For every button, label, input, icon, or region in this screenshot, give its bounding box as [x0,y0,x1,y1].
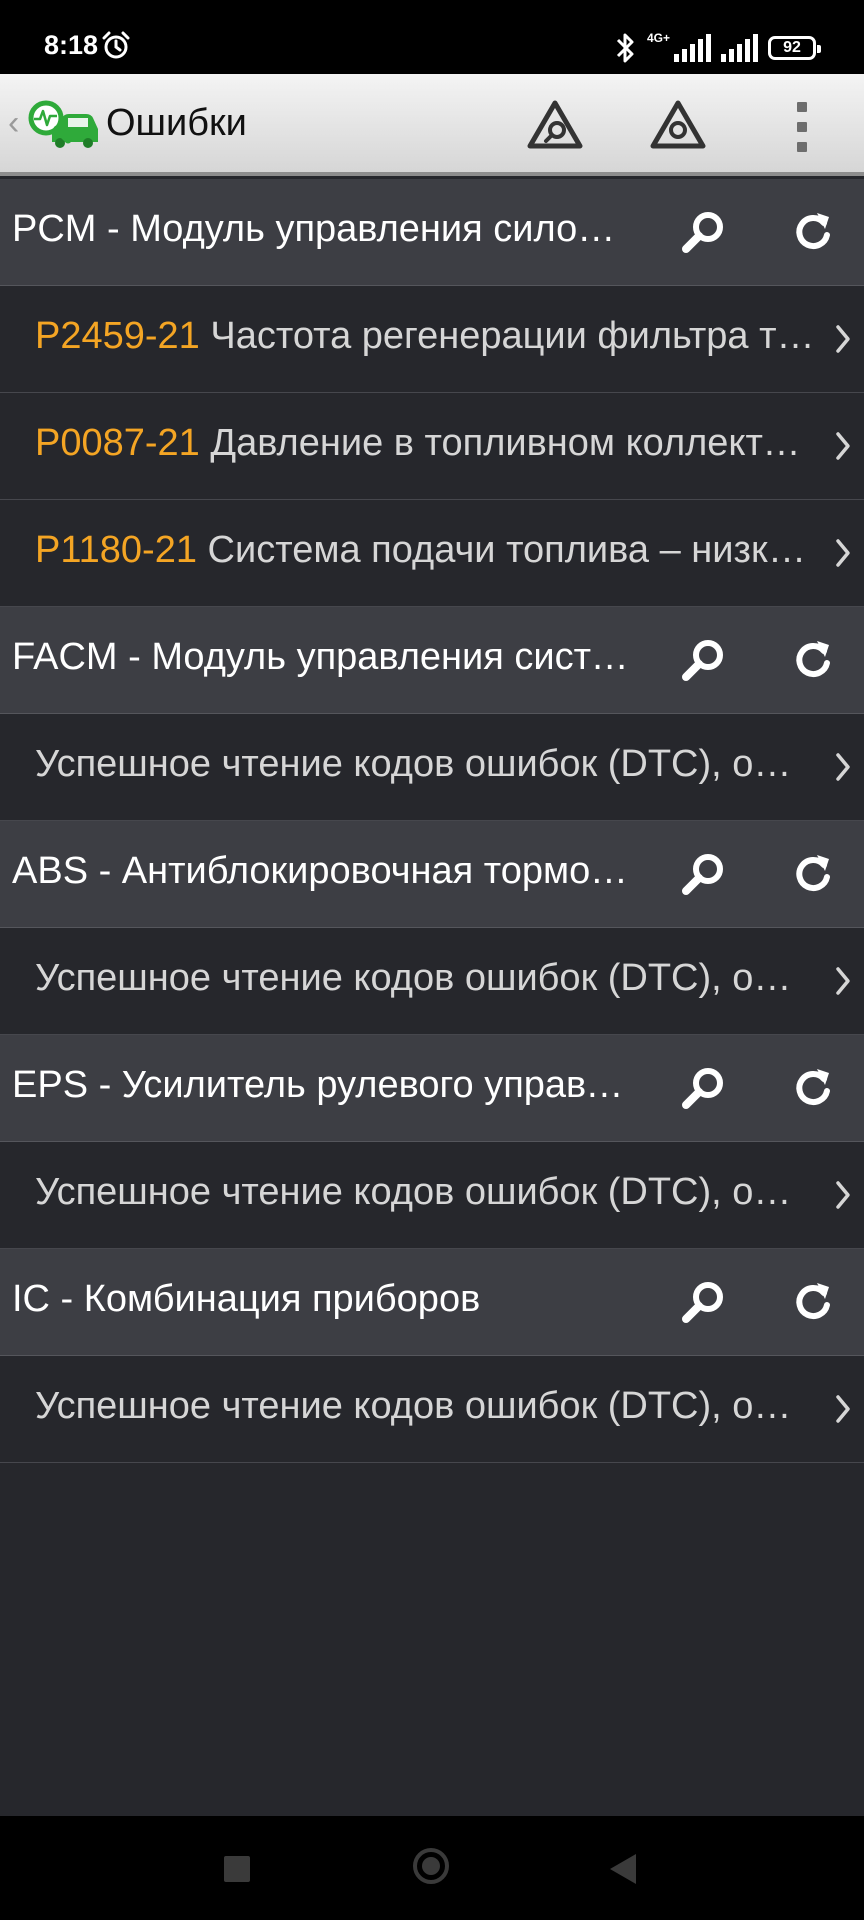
status-icons: 4G+ 92 [613,30,821,66]
chevron-right-icon [836,967,850,995]
refresh-icon [796,1283,830,1320]
module-row[interactable]: PCM - Модуль управления силовым агрегато… [0,179,864,286]
search-icon [682,212,723,253]
chevron-right-icon [836,432,850,460]
dtc-text: P0087-21 Давление в топливном коллекторе… [35,422,820,465]
search-button[interactable] [678,1063,730,1113]
dtc-description: Частота регенерации фильтра твердых част… [210,315,820,357]
module-name: FACM - Модуль управления системой [12,636,632,678]
search-icon [682,1282,723,1323]
search-button[interactable] [678,849,730,899]
refresh-button[interactable] [787,1063,839,1113]
dtc-text: Успешное чтение кодов ошибок (DTC), ошиб… [35,957,820,1000]
module-row[interactable]: EPS - Усилитель рулевого управления [0,1035,864,1142]
home-button[interactable] [413,1848,449,1884]
dtc-text: P1180-21 Система подачи топлива – низкое… [35,529,820,572]
module-name: PCM - Модуль управления силовым агрегато… [12,208,632,250]
dtc-code: P2459-21 [35,315,200,357]
search-icon [682,854,723,895]
refresh-icon [796,641,830,678]
chevron-right-icon [836,1395,850,1423]
module-name: EPS - Усилитель рулевого управления [12,1064,632,1106]
dtc-text: Успешное чтение кодов ошибок (DTC), ошиб… [35,1171,820,1214]
search-button[interactable] [678,635,730,685]
chevron-right-icon [836,325,850,353]
dtc-description: Давление в топливном коллекторе/системе … [210,422,820,464]
signal-icon [674,34,711,62]
dtc-row[interactable]: Успешное чтение кодов ошибок (DTC), ошиб… [0,1142,864,1249]
refresh-button[interactable] [787,849,839,899]
back-chevron-icon[interactable]: ‹ [8,104,19,143]
clear-warning-icon [650,100,706,149]
refresh-button[interactable] [787,1277,839,1327]
refresh-icon [796,855,830,892]
status-bar: 8:18 4G+ 92 [0,0,864,74]
search-icon [682,1068,723,1109]
refresh-button[interactable] [787,635,839,685]
navigation-bar [0,1816,864,1920]
dtc-text: P2459-21 Частота регенерации фильтра тве… [35,315,820,358]
dtc-text: Успешное чтение кодов ошибок (DTC), ошиб… [35,743,820,786]
overflow-menu-icon[interactable] [795,102,809,152]
chevron-right-icon [836,753,850,781]
dtc-description: Успешное чтение кодов ошибок (DTC), ошиб… [35,1385,820,1427]
clear-warning-button[interactable] [648,98,708,154]
refresh-icon [796,213,830,250]
bluetooth-icon [616,33,634,63]
dtc-text: Успешное чтение кодов ошибок (DTC), ошиб… [35,1385,820,1428]
battery-level: 92 [783,39,801,56]
module-row[interactable]: ABS - Антиблокировочная тормозная систем… [0,821,864,928]
chevron-right-icon [836,539,850,567]
search-button[interactable] [678,1277,730,1327]
module-name: IC - Комбинация приборов [12,1278,481,1320]
dtc-row[interactable]: P0087-21 Давление в топливном коллекторе… [0,393,864,500]
dtc-description: Успешное чтение кодов ошибок (DTC), ошиб… [35,957,820,999]
dtc-row[interactable]: P2459-21 Частота регенерации фильтра тве… [0,286,864,393]
dtc-row[interactable]: Успешное чтение кодов ошибок (DTC), ошиб… [0,1356,864,1463]
dtc-description: Система подачи топлива – низкое давление [207,529,820,571]
module-row[interactable]: FACM - Модуль управления системой [0,607,864,714]
search-icon [682,640,723,681]
scan-warning-button[interactable] [525,98,585,154]
module-row[interactable]: IC - Комбинация приборов [0,1249,864,1356]
dtc-row[interactable]: Успешное чтение кодов ошибок (DTC), ошиб… [0,928,864,1035]
dtc-code: P1180-21 [35,529,197,571]
battery-icon: 92 [768,36,821,60]
chevron-right-icon [836,1181,850,1209]
dtc-row[interactable]: P1180-21 Система подачи топлива – низкое… [0,500,864,607]
status-time: 8:18 [44,30,99,60]
dtc-code: P0087-21 [35,422,200,464]
scan-warning-icon [527,100,583,149]
app-bar: ‹ Ошибки [0,74,864,176]
network-type-label: 4G+ [646,31,670,45]
dtc-row[interactable]: Успешное чтение кодов ошибок (DTC), ошиб… [0,714,864,821]
page-title: Ошибки [106,102,247,144]
module-list: PCM - Модуль управления силовым агрегато… [0,179,864,1463]
module-name: ABS - Антиблокировочная тормозная систем… [12,850,632,892]
app-logo-icon[interactable] [24,96,100,152]
refresh-button[interactable] [787,207,839,257]
alarm-icon [102,31,130,59]
refresh-icon [796,1069,830,1106]
dtc-description: Успешное чтение кодов ошибок (DTC), ошиб… [35,1171,820,1213]
recent-apps-button[interactable] [224,1856,250,1882]
dtc-description: Успешное чтение кодов ошибок (DTC), ошиб… [35,743,820,785]
search-button[interactable] [678,207,730,257]
back-button[interactable] [610,1854,636,1884]
signal-icon [721,34,758,62]
